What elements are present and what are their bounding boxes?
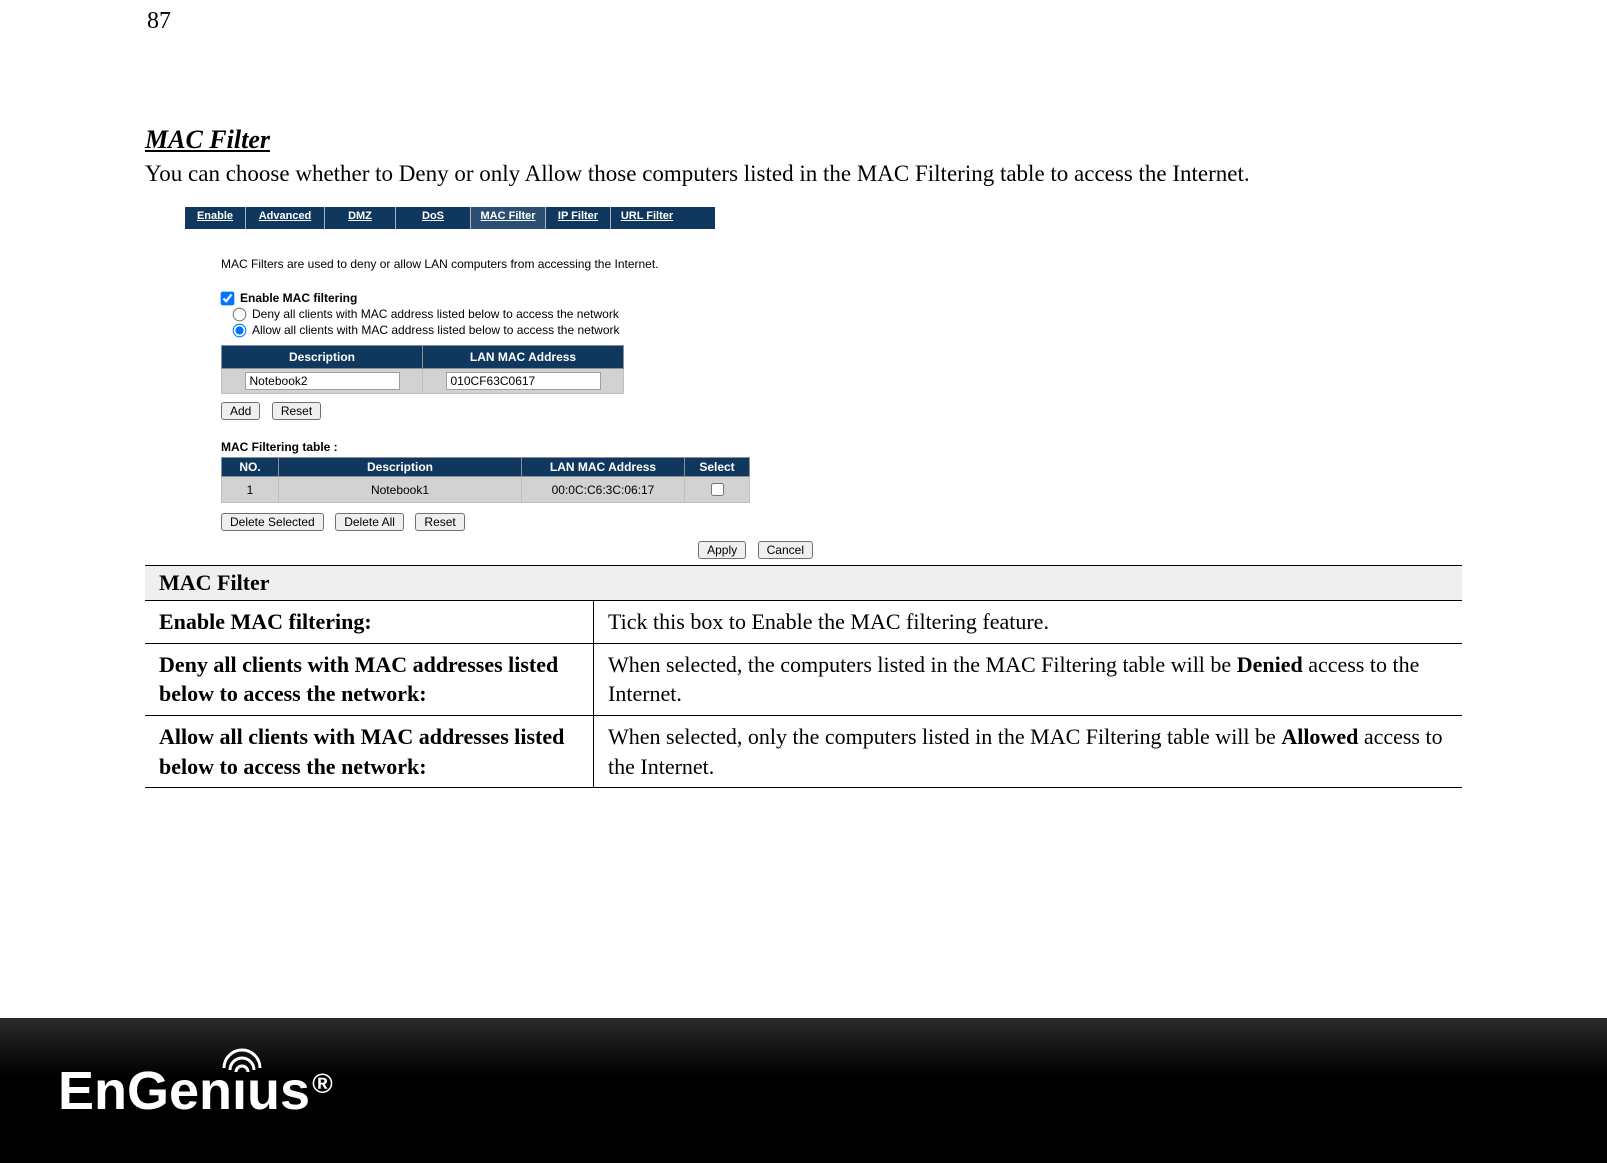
param-value: Tick this box to Enable the MAC filterin…: [594, 601, 1463, 644]
deny-radio[interactable]: [233, 307, 247, 321]
allow-radio[interactable]: [233, 323, 247, 337]
router-ui-screenshot: Enable Advanced DMZ DoS MAC Filter IP Fi…: [185, 207, 833, 539]
param-text: When selected, only the computers listed…: [608, 724, 1281, 749]
cell-no: 1: [222, 477, 279, 503]
tab-advanced[interactable]: Advanced: [246, 207, 325, 229]
wifi-arc-icon: [220, 1042, 264, 1072]
col-mac: LAN MAC Address: [423, 346, 624, 369]
col-mac2: LAN MAC Address: [522, 458, 685, 477]
mac-filtering-table: NO. Description LAN MAC Address Select 1…: [221, 457, 750, 503]
param-bold: Allowed: [1281, 724, 1358, 749]
col-select: Select: [685, 458, 750, 477]
intro-text: You can choose whether to Deny or only A…: [145, 161, 1462, 187]
parameter-table: MAC Filter Enable MAC filtering: Tick th…: [145, 565, 1462, 788]
param-value: When selected, the computers listed in t…: [594, 643, 1463, 715]
mac-input[interactable]: [446, 372, 601, 390]
table-row: Enable MAC filtering: Tick this box to E…: [145, 601, 1462, 644]
tab-mac-filter[interactable]: MAC Filter: [471, 207, 546, 229]
enable-mac-filtering-row: Enable MAC filtering: [221, 291, 833, 305]
param-text: Tick this box to Enable the MAC filterin…: [608, 609, 1049, 634]
reset2-button[interactable]: Reset: [415, 513, 464, 531]
cancel-button[interactable]: Cancel: [758, 541, 813, 559]
col-desc2: Description: [279, 458, 522, 477]
param-label: Enable MAC filtering:: [145, 601, 594, 644]
row-select-checkbox[interactable]: [711, 483, 724, 496]
tab-dmz[interactable]: DMZ: [325, 207, 396, 229]
enable-mac-filtering-checkbox[interactable]: [221, 291, 235, 305]
registered-icon: ®: [312, 1068, 333, 1100]
param-label: Deny all clients with MAC addresses list…: [145, 643, 594, 715]
table-row: Allow all clients with MAC addresses lis…: [145, 716, 1462, 788]
allow-radio-label: Allow all clients with MAC address liste…: [252, 323, 620, 337]
col-description: Description: [222, 346, 423, 369]
table-row: 1 Notebook1 00:0C:C6:3C:06:17: [222, 477, 750, 503]
allow-radio-row: Allow all clients with MAC address liste…: [233, 323, 833, 337]
tab-enable[interactable]: Enable: [185, 207, 246, 229]
tab-bar: Enable Advanced DMZ DoS MAC Filter IP Fi…: [185, 207, 715, 229]
param-table-header: MAC Filter: [145, 566, 1462, 601]
reset-button[interactable]: Reset: [272, 402, 321, 420]
logo-i-with-wifi-icon: ı: [232, 1060, 247, 1122]
page-number: 87: [147, 8, 1462, 35]
mac-input-table: Description LAN MAC Address: [221, 345, 624, 394]
logo-text-pre: EnGen: [58, 1060, 232, 1122]
apply-button[interactable]: Apply: [698, 541, 746, 559]
mac-filter-description: MAC Filters are used to deny or allow LA…: [221, 257, 833, 271]
col-no: NO.: [222, 458, 279, 477]
delete-all-button[interactable]: Delete All: [335, 513, 404, 531]
description-input[interactable]: [245, 372, 400, 390]
enable-mac-filtering-label: Enable MAC filtering: [240, 291, 357, 305]
add-button[interactable]: Add: [221, 402, 260, 420]
filter-table-caption: MAC Filtering table :: [221, 440, 833, 454]
cell-desc: Notebook1: [279, 477, 522, 503]
param-label: Allow all clients with MAC addresses lis…: [145, 716, 594, 788]
param-text: When selected, the computers listed in t…: [608, 652, 1237, 677]
cell-mac: 00:0C:C6:3C:06:17: [522, 477, 685, 503]
deny-radio-row: Deny all clients with MAC address listed…: [233, 307, 833, 321]
tab-ip-filter[interactable]: IP Filter: [546, 207, 611, 229]
table-row: Deny all clients with MAC addresses list…: [145, 643, 1462, 715]
tab-url-filter[interactable]: URL Filter: [611, 207, 683, 229]
page-footer: EnGen ı us ®: [0, 1018, 1607, 1163]
engenius-logo: EnGen ı us ®: [58, 1060, 333, 1122]
deny-radio-label: Deny all clients with MAC address listed…: [252, 307, 619, 321]
section-title: MAC Filter: [145, 125, 1462, 155]
param-bold: Denied: [1237, 652, 1303, 677]
tab-dos[interactable]: DoS: [396, 207, 471, 229]
param-value: When selected, only the computers listed…: [594, 716, 1463, 788]
delete-selected-button[interactable]: Delete Selected: [221, 513, 324, 531]
